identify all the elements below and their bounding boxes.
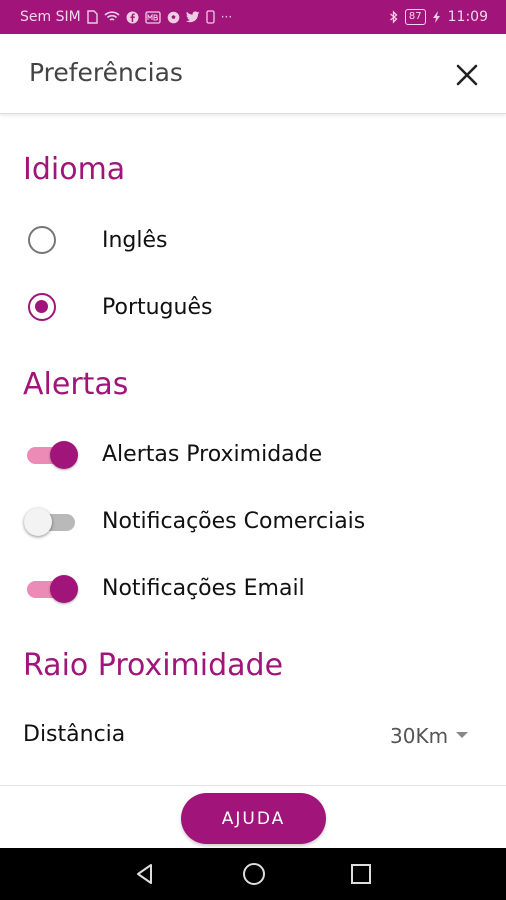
chevron-down-icon [456, 732, 469, 738]
footer: AJUDA [0, 785, 506, 848]
section-title-alerts: Alertas [23, 367, 129, 402]
radio-button-portuguese[interactable] [28, 293, 56, 321]
proximity-alerts-toggle[interactable] [24, 440, 80, 470]
facebook-icon [126, 11, 139, 23]
wifi-icon [104, 11, 120, 21]
toggle-row-email-notifications[interactable]: Notificações Email [0, 564, 506, 612]
home-icon[interactable] [241, 861, 267, 887]
radio-button-english[interactable] [28, 226, 56, 254]
radio-label-english: Inglês [102, 228, 168, 253]
close-button[interactable] [451, 59, 483, 91]
close-icon [456, 64, 478, 86]
commercial-notifications-toggle[interactable] [24, 507, 80, 537]
section-title-proximity-radius: Raio Proximidade [23, 648, 284, 683]
soccer-icon [167, 11, 179, 23]
email-notifications-toggle[interactable] [24, 574, 80, 604]
back-icon[interactable] [132, 861, 158, 887]
twitter-icon [185, 11, 200, 23]
charging-icon [432, 11, 440, 23]
sim-icon [86, 10, 98, 24]
bluetooth-icon [389, 10, 398, 24]
battery-icon: 87 [404, 9, 426, 25]
section-title-language: Idioma [23, 152, 126, 187]
page-title: Preferências [29, 58, 183, 87]
phone-icon [206, 10, 215, 24]
carrier-label: Sem SIM [20, 9, 81, 25]
distance-value: 30Km [390, 724, 449, 748]
help-button[interactable]: AJUDA [181, 793, 326, 844]
radio-option-portuguese[interactable]: Português [0, 283, 506, 331]
toggle-row-commercial-notifications[interactable]: Notificações Comerciais [0, 497, 506, 545]
toggle-thumb [24, 508, 52, 536]
toggle-thumb [50, 575, 78, 603]
system-nav-bar [0, 848, 506, 900]
distance-dropdown[interactable]: 30Km [390, 720, 485, 752]
status-right: 87 11:09 [389, 9, 488, 25]
toggle-thumb [50, 441, 78, 469]
status-bar: Sem SIM ··· 87 11:09 [0, 0, 506, 34]
toggle-row-proximity-alerts[interactable]: Alertas Proximidade [0, 430, 506, 478]
radio-label-portuguese: Português [102, 295, 213, 320]
recents-icon[interactable] [348, 861, 374, 887]
more-icon: ··· [220, 10, 233, 24]
distance-label: Distância [23, 722, 126, 747]
app-bar: Preferências [0, 34, 506, 114]
toggle-label-email-notifications: Notificações Email [102, 576, 305, 601]
toggle-label-commercial-notifications: Notificações Comerciais [102, 509, 366, 534]
status-left: Sem SIM ··· [20, 9, 232, 25]
mb-icon [145, 10, 161, 24]
radio-option-english[interactable]: Inglês [0, 216, 506, 264]
toggle-label-proximity-alerts: Alertas Proximidade [102, 442, 323, 467]
clock: 11:09 [447, 9, 488, 25]
